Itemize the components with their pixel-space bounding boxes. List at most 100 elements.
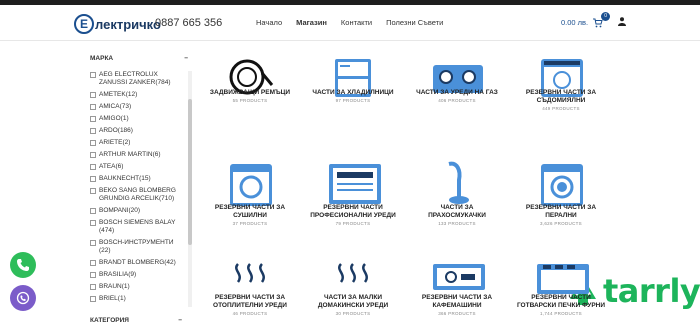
brand-filter-label: AMETEK(12) (99, 91, 138, 98)
checkbox[interactable] (90, 240, 96, 246)
brand-filter-label: AMIGO(1) (99, 115, 129, 122)
checkbox[interactable] (90, 72, 96, 78)
checkbox[interactable] (90, 284, 96, 290)
checkbox[interactable] (90, 92, 96, 98)
category-title[interactable]: РЕЗЕРВНИ ЧАСТИ ГОТВАРСКИ ПЕЧКИ ФУРНИ (516, 294, 606, 310)
brand-filter-item[interactable]: BOSCH-ИНСТРУМЕНТИ (22) (90, 239, 186, 255)
brand-filter-header[interactable]: МАРКА − (90, 52, 192, 64)
brand-filter-label: BOSCH SIEMENS BALAY (474) (99, 219, 176, 234)
category-title[interactable]: РЕЗЕРВНИ ЧАСТИ ЗА СЪДОМИЯЛНИ (516, 89, 606, 105)
brand-list-scrollbar[interactable] (188, 71, 192, 307)
checkbox[interactable] (90, 152, 96, 158)
brand-filter-label: BRASILIA(9) (99, 271, 137, 278)
brand-filter-label: AEG ELECTROLUX ZANUSSI ZANKER(784) (99, 71, 171, 86)
category-title[interactable]: РЕЗЕРВНИ ЧАСТИ ЗА СУШИЛНИ (205, 204, 295, 220)
brand-filter-label: BRAUN(1) (99, 283, 130, 290)
brand-filter-label: BEKO SANG BLOMBERG GRUNDIG ARCELIK(710) (99, 187, 176, 202)
category-card[interactable]: ЧАСТИ ЗА ХЛАДИЛНИЦИ 97 PRODUCTS (308, 55, 398, 103)
nav-tips[interactable]: Полезни Съвети (386, 18, 443, 27)
category-card[interactable]: РЕЗЕРВНИ ЧАСТИ ПРОФЕСИОНАЛНИ УРЕДИ 79 PRO… (308, 160, 398, 226)
category-card[interactable]: РЕЗЕРВНИ ЧАСТИ ГОТВАРСКИ ПЕЧКИ ФУРНИ 1,74… (516, 260, 606, 316)
category-title[interactable]: РЕЗЕРВНИ ЧАСТИ ЗА ПЕРАЛНИ (516, 204, 606, 220)
checkbox[interactable] (90, 140, 96, 146)
category-filter-header[interactable]: КАТЕГОРИЯ − (90, 314, 186, 326)
checkbox[interactable] (90, 104, 96, 110)
category-product-count: 30 PRODUCTS (335, 311, 371, 316)
checkbox[interactable] (90, 176, 96, 182)
checkbox[interactable] (90, 188, 96, 194)
category-title[interactable]: ЗАДВИЖВАЩИ РЕМЪЦИ (205, 89, 295, 97)
category-product-count: 449 PRODUCTS (542, 106, 580, 111)
category-icon[interactable] (222, 160, 282, 208)
brand-filter-label: BAUKNECHT(15) (99, 175, 151, 182)
whatsapp-button[interactable] (10, 252, 36, 278)
cart-total[interactable]: 0.00 лв. (561, 18, 588, 27)
category-title[interactable]: ЧАСТИ ЗА ХЛАДИЛНИЦИ (308, 89, 398, 97)
brand-filter-item[interactable]: AMICA(73) (90, 103, 186, 111)
nav-home[interactable]: Начало (256, 18, 282, 27)
brand-filter-title: МАРКА (90, 54, 114, 62)
category-card[interactable]: ЗАДВИЖВАЩИ РЕМЪЦИ 55 PRODUCTS (205, 55, 295, 103)
category-title[interactable]: РЕЗЕРВНИ ЧАСТИ ЗА ОТОПЛИТЕЛНИ УРЕДИ (205, 294, 295, 310)
brand-filter-item[interactable]: BRAUN(1) (90, 283, 186, 291)
category-icon[interactable] (533, 160, 593, 208)
checkbox[interactable] (90, 116, 96, 122)
category-icon[interactable] (429, 160, 489, 208)
nav-contacts[interactable]: Контакти (341, 18, 372, 27)
category-card[interactable]: РЕЗЕРВНИ ЧАСТИ ЗА СЪДОМИЯЛНИ 449 PRODUCTS (516, 55, 606, 111)
brand-filter-item[interactable]: ATEA(6) (90, 163, 186, 171)
category-product-count: 3,626 PRODUCTS (540, 221, 582, 226)
main-nav: Начало Магазин Контакти Полезни Съвети (256, 18, 443, 27)
category-title[interactable]: ЧАСТИ ЗА МАЛКИ ДОМАКИНСКИ УРЕДИ (308, 294, 398, 310)
collapse-icon[interactable]: − (184, 55, 188, 62)
brand-filter-item[interactable]: AMIGO(1) (90, 115, 186, 123)
brand-filter-label: BRIEL(1) (99, 295, 126, 302)
category-title[interactable]: ЧАСТИ ЗА УРЕДИ НА ГАЗ (412, 89, 502, 97)
checkbox[interactable] (90, 128, 96, 134)
brand-filter-item[interactable]: AMETEK(12) (90, 91, 186, 99)
brand-filter-item[interactable]: BOSCH SIEMENS BALAY (474) (90, 219, 186, 235)
category-card[interactable]: РЕЗЕРВНИ ЧАСТИ ЗА ОТОПЛИТЕЛНИ УРЕДИ 46 PR… (205, 260, 295, 316)
brand-filter-label: ARIETE(2) (99, 139, 131, 146)
brand-filter-item[interactable]: BRANDT BLOMBERG(42) (90, 259, 186, 267)
viber-button[interactable] (10, 285, 36, 311)
brand-filter-item[interactable]: BRIEL(1) (90, 295, 186, 303)
brand-filter-item[interactable]: ARDO(186) (90, 127, 186, 135)
phone-number[interactable]: 0887 665 356 (155, 17, 222, 29)
category-icon[interactable] (325, 160, 385, 208)
filter-sidebar: МАРКА − AEG ELECTROLUX ZANUSSI ZANKER(78… (90, 52, 192, 324)
brand-filter-item[interactable]: ARTHUR MARTIN(6) (90, 151, 186, 159)
checkbox[interactable] (90, 208, 96, 214)
phone-icon (17, 259, 29, 271)
checkbox[interactable] (90, 220, 96, 226)
brand-filter-item[interactable]: ARIETE(2) (90, 139, 186, 147)
checkbox[interactable] (90, 272, 96, 278)
checkbox[interactable] (90, 296, 96, 302)
category-card[interactable]: ЧАСТИ ЗА МАЛКИ ДОМАКИНСКИ УРЕДИ 30 PRODUC… (308, 260, 398, 316)
brand-filter-label: ARDO(186) (99, 127, 133, 134)
nav-shop[interactable]: Магазин (296, 18, 327, 27)
category-product-count: 97 PRODUCTS (335, 98, 371, 103)
brand-filter-item[interactable]: BRASILIA(9) (90, 271, 186, 279)
collapse-icon[interactable]: − (178, 317, 182, 324)
brand-filter-label: ATEA(6) (99, 163, 124, 170)
brand-filter-item[interactable]: AEG ELECTROLUX ZANUSSI ZANKER(784) (90, 71, 186, 87)
scrollbar-thumb[interactable] (188, 99, 192, 245)
brand-filter-item[interactable]: BAUKNECHT(15) (90, 175, 186, 183)
user-icon[interactable] (618, 17, 627, 28)
category-title[interactable]: РЕЗЕРВНИ ЧАСТИ ЗА КАФЕМАШИНИ (412, 294, 502, 310)
checkbox[interactable] (90, 164, 96, 170)
category-title[interactable]: ЧАСТИ ЗА ПРАХОСМУКАЧКИ (412, 204, 502, 220)
checkbox[interactable] (90, 260, 96, 266)
category-card[interactable]: РЕЗЕРВНИ ЧАСТИ ЗА ПЕРАЛНИ 3,626 PRODUCTS (516, 160, 606, 226)
category-title[interactable]: РЕЗЕРВНИ ЧАСТИ ПРОФЕСИОНАЛНИ УРЕДИ (308, 204, 398, 220)
brand-filter-item[interactable]: BOMPANI(20) (90, 207, 186, 215)
category-card[interactable]: РЕЗЕРВНИ ЧАСТИ ЗА КАФЕМАШИНИ 366 PRODUCTS (412, 260, 502, 316)
cart-icon[interactable]: 0 (593, 11, 611, 28)
category-card[interactable]: ЧАСТИ ЗА УРЕДИ НА ГАЗ 406 PRODUCTS (412, 55, 502, 103)
category-card[interactable]: РЕЗЕРВНИ ЧАСТИ ЗА СУШИЛНИ 37 PRODUCTS (205, 160, 295, 226)
category-card[interactable]: ЧАСТИ ЗА ПРАХОСМУКАЧКИ 133 PRODUCTS (412, 160, 502, 226)
site-logo[interactable]: Е лектричко (74, 14, 161, 34)
cart[interactable]: 0.00 лв. 0 (561, 11, 627, 28)
brand-filter-item[interactable]: BEKO SANG BLOMBERG GRUNDIG ARCELIK(710) (90, 187, 186, 203)
